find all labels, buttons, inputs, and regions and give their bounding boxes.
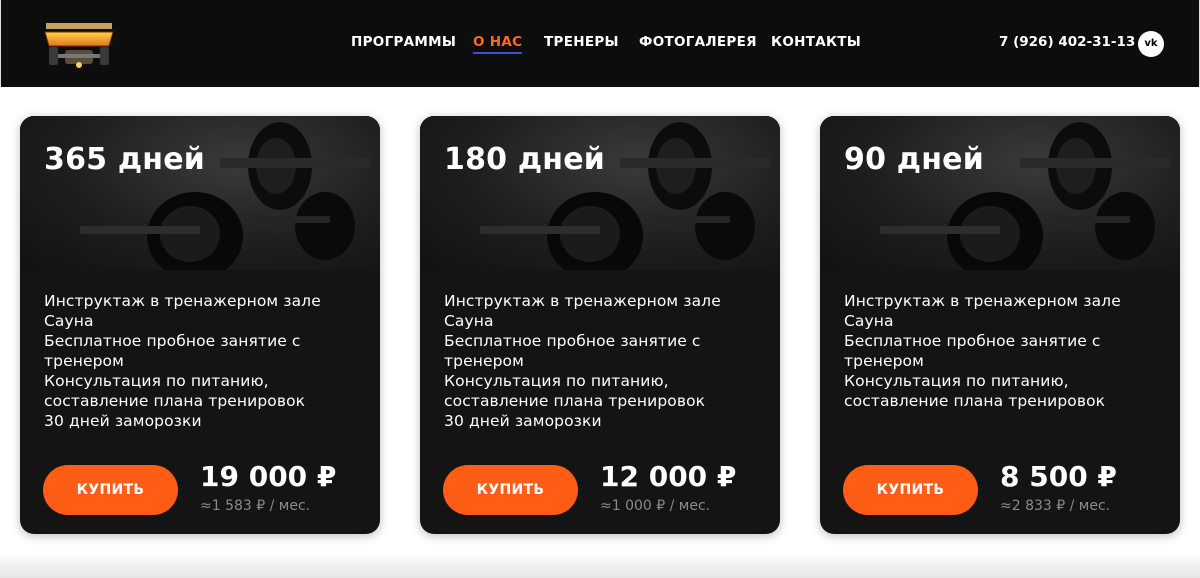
buy-button[interactable]: КУПИТЬ: [843, 465, 978, 515]
site-header: ПРОГРАММЫ О НАС ТРЕНЕРЫ ФОТОГАЛЕРЕЯ КОНТ…: [0, 0, 1200, 87]
plan-price: 19 000 ₽: [200, 460, 337, 493]
card-photo: [420, 116, 780, 270]
feature-item: 30 дней заморозки: [444, 412, 602, 430]
nav-item-contacts[interactable]: КОНТАКТЫ: [771, 34, 861, 50]
plan-price: 8 500 ₽: [1000, 460, 1117, 493]
feature-item: Консультация по питанию, составление пла…: [444, 372, 706, 410]
feature-item: Бесплатное пробное занятие с тренером: [844, 332, 1101, 370]
features-list: Инструктаж в тренажерном зале Сауна Бесп…: [844, 291, 1164, 411]
dumbbells-photo-icon: [480, 122, 770, 270]
nav-item-programs[interactable]: ПРОГРАММЫ: [351, 34, 456, 50]
nav-item-trainers[interactable]: ТРЕНЕРЫ: [544, 34, 619, 50]
plan-card-365: 365 дней Инструктаж в тренажерном зале С…: [20, 116, 380, 534]
features-list: Инструктаж в тренажерном зале Сауна Бесп…: [44, 291, 364, 431]
plan-price-monthly: ≈1 000 ₽ / мес.: [600, 498, 711, 514]
feature-item: Бесплатное пробное занятие с тренером: [44, 332, 301, 370]
buy-button[interactable]: КУПИТЬ: [443, 465, 578, 515]
plan-card-180: 180 дней Инструктаж в тренажерном зале С…: [420, 116, 780, 534]
feature-item: 30 дней заморозки: [44, 412, 202, 430]
plan-title: 180 дней: [444, 142, 605, 177]
card-photo: [820, 116, 1180, 270]
plan-title: 90 дней: [844, 142, 984, 177]
plan-price-monthly: ≈1 583 ₽ / мес.: [200, 498, 311, 514]
features-list: Инструктаж в тренажерном зале Сауна Бесп…: [444, 291, 764, 431]
nav-item-gallery[interactable]: ФОТОГАЛЕРЕЯ: [639, 34, 757, 50]
plan-price: 12 000 ₽: [600, 460, 737, 493]
nav-item-about[interactable]: О НАС: [473, 34, 523, 54]
dumbbells-photo-icon: [880, 122, 1170, 270]
logo[interactable]: [43, 20, 115, 70]
plan-card-90: 90 дней Инструктаж в тренажерном зале Са…: [820, 116, 1180, 534]
logo-emblem-icon: [44, 23, 114, 68]
feature-item: Сауна: [844, 312, 894, 330]
feature-item: Консультация по питанию, составление пла…: [844, 372, 1106, 410]
dumbbells-photo-icon: [80, 122, 370, 270]
feature-item: Сауна: [44, 312, 94, 330]
vk-icon[interactable]: vk: [1138, 31, 1164, 57]
feature-item: Бесплатное пробное занятие с тренером: [444, 332, 701, 370]
section-divider: [0, 556, 1200, 578]
feature-item: Консультация по питанию, составление пла…: [44, 372, 306, 410]
feature-item: Инструктаж в тренажерном зале: [44, 292, 321, 310]
feature-item: Инструктаж в тренажерном зале: [844, 292, 1121, 310]
plan-title: 365 дней: [44, 142, 205, 177]
card-photo: [20, 116, 380, 270]
phone-link[interactable]: 7 (926) 402-31-13: [999, 34, 1135, 50]
plan-price-monthly: ≈2 833 ₽ / мес.: [1000, 498, 1111, 514]
buy-button[interactable]: КУПИТЬ: [43, 465, 178, 515]
feature-item: Инструктаж в тренажерном зале: [444, 292, 721, 310]
feature-item: Сауна: [444, 312, 494, 330]
